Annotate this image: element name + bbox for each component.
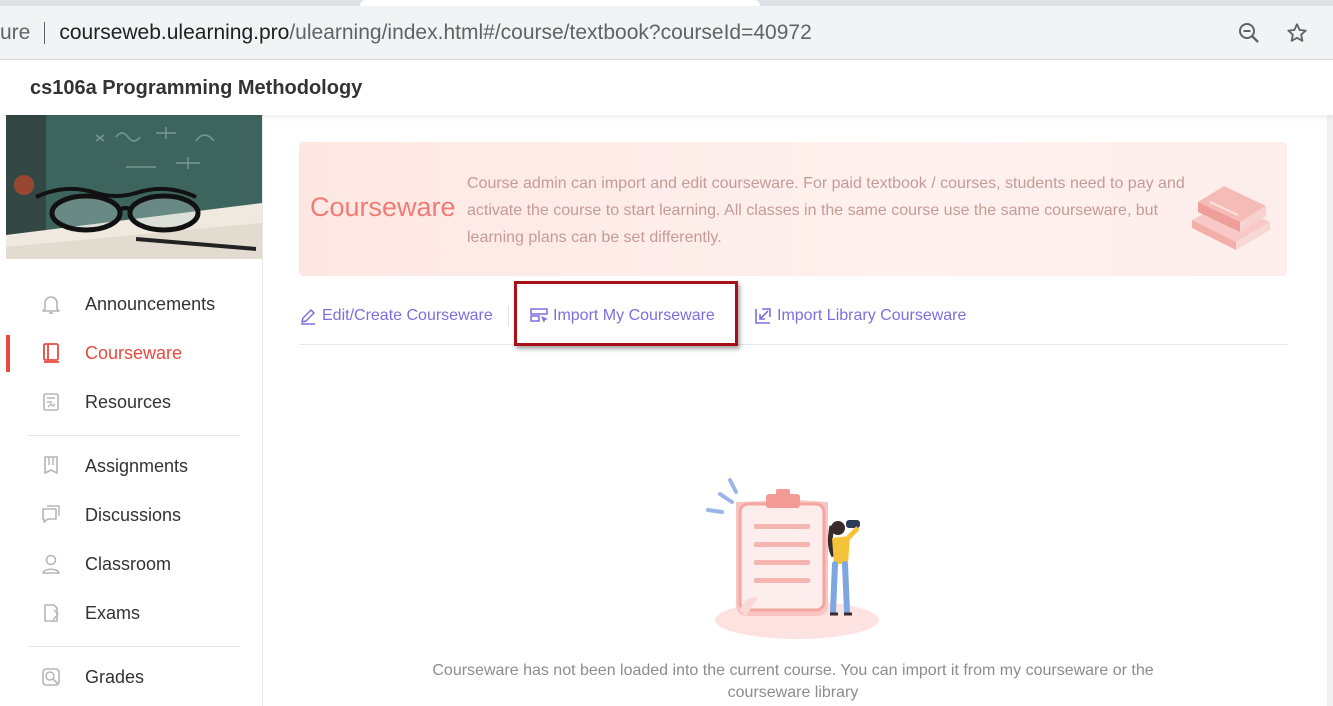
course-header: cs106a Programming Methodology bbox=[0, 61, 1333, 115]
exam-icon bbox=[39, 601, 63, 625]
url-host: courseweb.ulearning.pro bbox=[59, 21, 290, 44]
sidebar-item-label: Courseware bbox=[85, 343, 183, 363]
course-title: cs106a Programming Methodology bbox=[30, 77, 363, 99]
import-my-courseware-link[interactable]: Import My Courseware bbox=[530, 304, 715, 328]
empty-clipboard-illustration bbox=[700, 476, 890, 644]
tab-strip bbox=[0, 0, 1333, 6]
sidebar-item-resources[interactable]: Resources bbox=[6, 378, 262, 427]
edit-create-courseware-link[interactable]: Edit/Create Courseware bbox=[299, 304, 493, 328]
url-separator bbox=[44, 22, 46, 44]
zoom-icon[interactable] bbox=[1236, 20, 1262, 46]
courseware-actions: Edit/Create Courseware Import My Coursew… bbox=[299, 296, 1287, 345]
sidebar-nav: Announcements Courseware Resources Assig… bbox=[6, 280, 262, 702]
banner-title: Courseware bbox=[310, 192, 456, 222]
sidebar-item-announcements[interactable]: Announcements bbox=[6, 280, 262, 329]
books-illustration bbox=[1184, 172, 1274, 252]
pencil-icon bbox=[299, 307, 317, 325]
book-icon bbox=[39, 341, 63, 365]
nav-divider bbox=[28, 646, 240, 647]
sidebar-item-grades[interactable]: Grades bbox=[6, 653, 262, 702]
sidebar-item-label: Resources bbox=[85, 392, 172, 412]
resources-icon bbox=[39, 390, 63, 414]
sidebar-item-classroom[interactable]: Classroom bbox=[6, 540, 262, 589]
import-library-icon bbox=[754, 307, 772, 325]
sidebar-item-exams[interactable]: Exams bbox=[6, 589, 262, 638]
person-icon bbox=[39, 552, 63, 576]
nav-divider bbox=[28, 435, 240, 436]
bell-icon bbox=[39, 292, 63, 316]
sidebar-item-courseware[interactable]: Courseware bbox=[6, 329, 262, 378]
sidebar-item-discussions[interactable]: Discussions bbox=[6, 491, 262, 540]
import-my-courseware-label: Import My Courseware bbox=[553, 307, 715, 324]
import-library-courseware-label: Import Library Courseware bbox=[777, 307, 967, 324]
assignment-icon bbox=[39, 454, 63, 478]
sidebar-item-label: Announcements bbox=[85, 294, 216, 314]
import-cursor-icon bbox=[530, 307, 548, 325]
action-separator bbox=[508, 306, 509, 326]
banner-description: Course admin can import and edit coursew… bbox=[467, 175, 1185, 246]
page-scrollbar[interactable] bbox=[1327, 61, 1333, 706]
star-icon[interactable] bbox=[1284, 20, 1310, 46]
courseware-banner: Courseware Course admin can import and e… bbox=[299, 142, 1287, 276]
grades-icon bbox=[39, 665, 63, 689]
sidebar-item-label: Classroom bbox=[85, 554, 172, 574]
address-bar[interactable]: ure courseweb.ulearning.pro/ulearning/in… bbox=[0, 12, 1330, 54]
sidebar: Announcements Courseware Resources Assig… bbox=[6, 115, 263, 706]
course-cover-image bbox=[6, 115, 262, 259]
sidebar-item-label: Exams bbox=[85, 603, 141, 623]
active-tab[interactable] bbox=[360, 0, 760, 6]
browser-toolbar: ure courseweb.ulearning.pro/ulearning/in… bbox=[0, 0, 1333, 60]
chat-icon bbox=[39, 503, 63, 527]
empty-state-message: Courseware has not been loaded into the … bbox=[432, 662, 1154, 701]
sidebar-item-label: Grades bbox=[85, 667, 145, 687]
sidebar-item-label: Assignments bbox=[85, 456, 189, 476]
url-path: /ulearning/index.html#/course/textbook?c… bbox=[289, 21, 812, 44]
edit-create-courseware-label: Edit/Create Courseware bbox=[322, 307, 493, 324]
sidebar-item-assignments[interactable]: Assignments bbox=[6, 442, 262, 491]
import-library-courseware-link[interactable]: Import Library Courseware bbox=[754, 304, 966, 328]
url-security-prefix: ure bbox=[0, 21, 31, 44]
sidebar-item-label: Discussions bbox=[85, 505, 182, 525]
